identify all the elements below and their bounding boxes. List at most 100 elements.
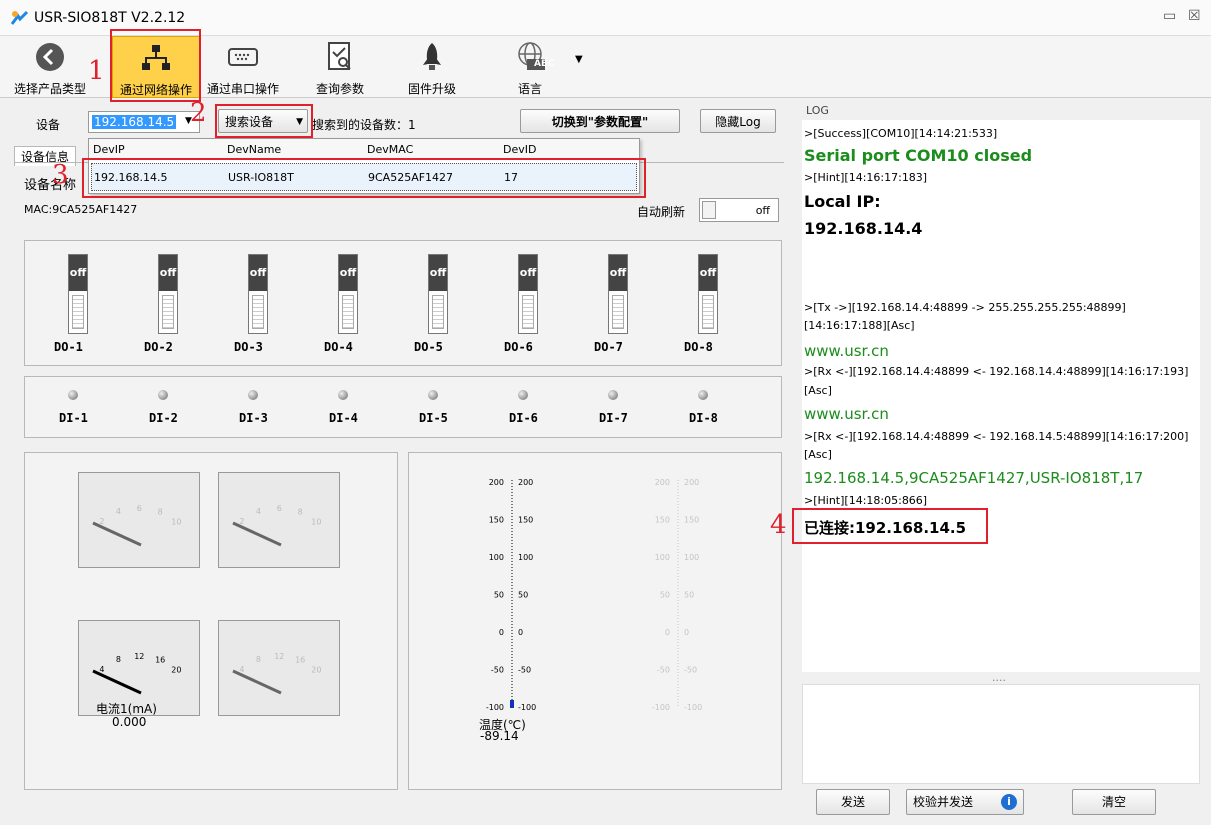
di-label: DI-8 (689, 411, 718, 425)
clear-button[interactable]: 清空 (1072, 789, 1156, 815)
meter-dial: 4 8 12 16 20 (232, 652, 321, 695)
di-led-1 (68, 390, 78, 400)
meter-needle (92, 521, 142, 547)
thermometer-tick-label: 200 (518, 478, 533, 487)
window-title: USR-SIO818T V2.2.12 (34, 10, 186, 26)
annotation-box-4 (792, 508, 988, 544)
do-label: DO-3 (234, 340, 263, 354)
meter-scale-label: 20 (311, 665, 321, 674)
annotation-number-2: 2 (190, 98, 207, 128)
send-input[interactable] (802, 684, 1200, 784)
do-switch-3[interactable]: off (248, 254, 268, 334)
thermometer-tick-label: -100 (486, 703, 504, 712)
thermometer-tick-label: 0 (684, 628, 689, 637)
thermometer-tick-label: 100 (684, 553, 699, 562)
di-led-7 (608, 390, 618, 400)
query-params-button[interactable]: 查询参数 (300, 36, 380, 98)
meter-scale-label: 12 (134, 652, 144, 661)
back-arrow-icon (36, 43, 64, 71)
do-switch-state: off (429, 255, 447, 291)
auto-refresh-label: 自动刷新 (637, 205, 686, 219)
meter-scale-label: 8 (298, 507, 303, 516)
thermometer-tick-label: 200 (684, 478, 699, 487)
meter-scale-label: 4 (99, 665, 104, 674)
thermometer-scales: 200 200 150 150 100 100 50 50 0 0 -50 -50 -100 -100 20… (486, 478, 702, 712)
annotation-box-2 (215, 104, 313, 138)
dropdown-header (89, 139, 639, 159)
select-product-button[interactable]: 选择产品类型 (0, 36, 100, 98)
thermometer-tick-label: 150 (518, 516, 533, 525)
do-switch-grip (522, 295, 534, 329)
di-led-4 (338, 390, 348, 400)
language-button[interactable]: ABC 语言 (490, 36, 570, 98)
do-switch-6[interactable]: off (518, 254, 538, 334)
thermometer-tick-label: -50 (518, 666, 531, 675)
do-switch-8[interactable]: off (698, 254, 718, 334)
log-line: >[Rx <-][192.168.14.4:48899 <- 192.168.1… (804, 365, 1189, 378)
firmware-upgrade-button[interactable]: 固件升级 (392, 36, 472, 98)
log-line: >[Rx <-][192.168.14.4:48899 <- 192.168.1… (804, 430, 1189, 443)
annotation-number-1: 1 (88, 56, 105, 86)
do-switch-5[interactable]: off (428, 254, 448, 334)
di-led-2 (158, 390, 168, 400)
do-switch-state: off (339, 255, 357, 291)
di-led-8 (698, 390, 708, 400)
switch-to-config-button[interactable]: 切换到"参数配置" (520, 109, 680, 133)
log-line: >[Success][COM10][14:14:21:533] (804, 127, 998, 140)
log-line: Local IP: (804, 192, 881, 211)
do-label: DO-7 (594, 340, 623, 354)
log-line: [14:16:17:188][Asc] (804, 319, 915, 332)
do-switch-grip (702, 295, 714, 329)
hide-log-button[interactable]: 隐藏Log (700, 109, 776, 133)
info-icon[interactable]: i (1001, 794, 1017, 810)
send-button[interactable]: 发送 (816, 789, 890, 815)
meter-scale-label: 12 (274, 652, 284, 661)
device-select[interactable]: 192.168.14.5 ▼ (88, 111, 200, 133)
do-switch-7[interactable]: off (608, 254, 628, 334)
thermometer-tick-label: 100 (655, 553, 670, 562)
thermometer-tick-label: -100 (652, 703, 670, 712)
meter-dial: 2 4 6 8 10 (232, 504, 321, 547)
do-switch-state: off (699, 255, 717, 291)
thermometer-tick-label: -50 (657, 666, 670, 675)
toggle-knob (702, 201, 716, 219)
log-line: 192.168.14.5,9CA525AF1427,USR-IO818T,17 (804, 469, 1144, 487)
col-header-devname: DevName (227, 143, 282, 156)
do-switch-state: off (519, 255, 537, 291)
meter-needle (92, 669, 142, 695)
thermometer-tick-label: 50 (684, 591, 694, 600)
do-label: DO-4 (324, 340, 353, 354)
thermometer-tick-label: 150 (655, 516, 670, 525)
di-led-6 (518, 390, 528, 400)
auto-refresh-toggle[interactable]: off (699, 198, 779, 222)
do-switch-4[interactable]: off (338, 254, 358, 334)
annotation-number-3: 3 (52, 160, 69, 190)
meter-needle (232, 669, 282, 695)
do-switch-1[interactable]: off (68, 254, 88, 334)
verify-send-button[interactable]: 校验并发送 i (906, 789, 1024, 815)
close-button[interactable]: ☒ (1188, 8, 1201, 24)
col-header-devip: DevIP (93, 143, 125, 156)
meter-scale-label: 10 (311, 517, 321, 526)
meter-scale-label: 6 (137, 504, 142, 513)
do-switch-grip (612, 295, 624, 329)
meter-needle (232, 521, 282, 547)
analog-meter-2: 2 4 6 8 10 (218, 472, 340, 568)
thermometer-tick-label: -50 (684, 666, 697, 675)
thermometer-tick-label: 200 (489, 478, 504, 487)
thermometer-tick-label: 50 (494, 591, 504, 600)
thermometer-tick-label: 150 (489, 516, 504, 525)
do-switch-2[interactable]: off (158, 254, 178, 334)
do-switch-grip (72, 295, 84, 329)
di-label: DI-1 (59, 411, 88, 425)
device-label: 设备 (36, 118, 61, 132)
analog-meter-1: 2 4 6 8 10 (78, 472, 200, 568)
meter-scale-label: 4 (116, 507, 121, 516)
analog-meter-4: 4 8 12 16 20 (218, 620, 340, 716)
minimize-button[interactable]: ▭ (1163, 8, 1176, 24)
log-splitter[interactable]: .... (992, 671, 1006, 684)
serial-operation-button[interactable]: 通过串口操作 (200, 36, 286, 98)
current-meter-value: 0.000 (112, 715, 147, 729)
meter-scale-label: 2 (239, 517, 244, 526)
toolbar-more-dropdown-icon[interactable]: ▼ (575, 54, 583, 65)
